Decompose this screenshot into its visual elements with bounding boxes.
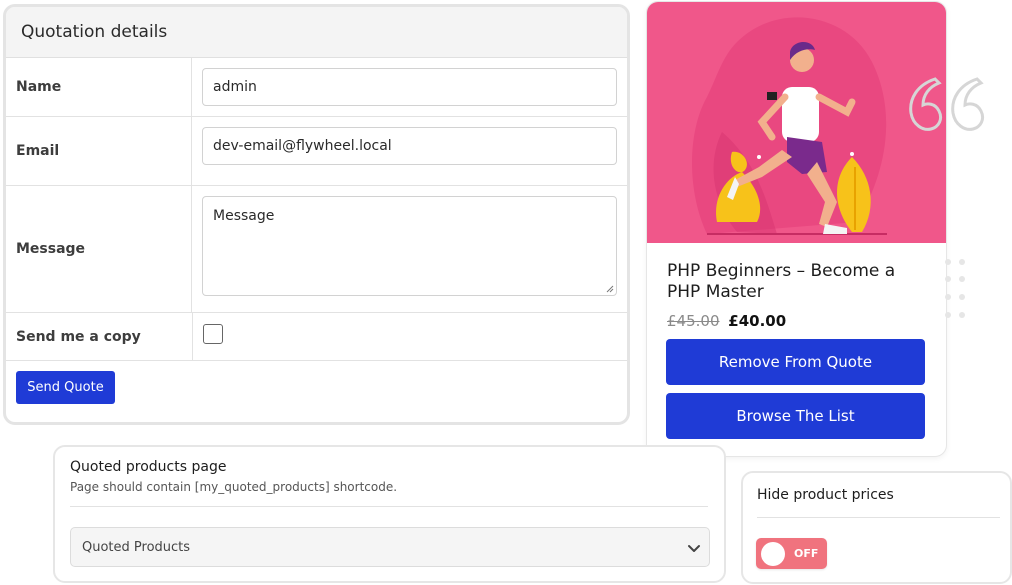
quotation-panel: Quotation details Name admin Email dev-e… [3, 4, 630, 425]
quotation-title: Quotation details [6, 7, 627, 58]
browse-list-button[interactable]: Browse The List [666, 393, 925, 439]
selected-page: Quoted Products [82, 539, 191, 555]
price-row: £45.00 £40.00 [667, 312, 786, 330]
quote-marks-icon [909, 77, 985, 131]
send-quote-button[interactable]: Send Quote [16, 371, 115, 404]
runner-illustration [692, 17, 887, 235]
dots-decoration [945, 259, 965, 318]
email-input[interactable]: dev-email@flywheel.local [202, 127, 617, 165]
divider [757, 517, 1000, 518]
email-row: Email dev-email@flywheel.local [6, 117, 627, 186]
message-placeholder: Message [213, 208, 275, 224]
divider [70, 506, 708, 507]
message-row: Message Message [6, 186, 627, 313]
name-label: Name [6, 58, 192, 116]
remove-from-quote-button[interactable]: Remove From Quote [666, 339, 925, 385]
product-title[interactable]: PHP Beginners – Become a PHP Master [667, 261, 932, 303]
send-copy-label: Send me a copy [6, 313, 193, 360]
chevron-down-icon [688, 545, 700, 552]
old-price: £45.00 [667, 312, 720, 330]
quoted-products-page-title: Quoted products page [70, 459, 227, 475]
new-price: £40.00 [728, 312, 787, 330]
hide-prices-title: Hide product prices [757, 487, 894, 503]
quoted-products-page-panel: Quoted products page Page should contain… [53, 445, 726, 583]
toggle-knob [761, 541, 785, 566]
send-copy-row: Send me a copy [6, 313, 627, 361]
product-image [647, 2, 946, 243]
name-row: Name admin [6, 58, 627, 117]
send-copy-checkbox[interactable] [203, 324, 223, 344]
name-input[interactable]: admin [202, 68, 617, 106]
message-label: Message [6, 186, 192, 312]
quoted-products-page-select[interactable]: Quoted Products [70, 527, 710, 567]
email-label: Email [6, 117, 192, 185]
resize-grip-icon[interactable] [606, 285, 614, 293]
product-card: PHP Beginners – Become a PHP Master £45.… [646, 1, 947, 457]
message-textarea[interactable]: Message [202, 196, 617, 296]
hide-prices-panel: Hide product prices OFF [741, 471, 1012, 584]
toggle-label: OFF [794, 547, 819, 560]
quoted-products-page-description: Page should contain [my_quoted_products]… [70, 480, 398, 494]
hide-prices-toggle[interactable]: OFF [756, 538, 827, 569]
